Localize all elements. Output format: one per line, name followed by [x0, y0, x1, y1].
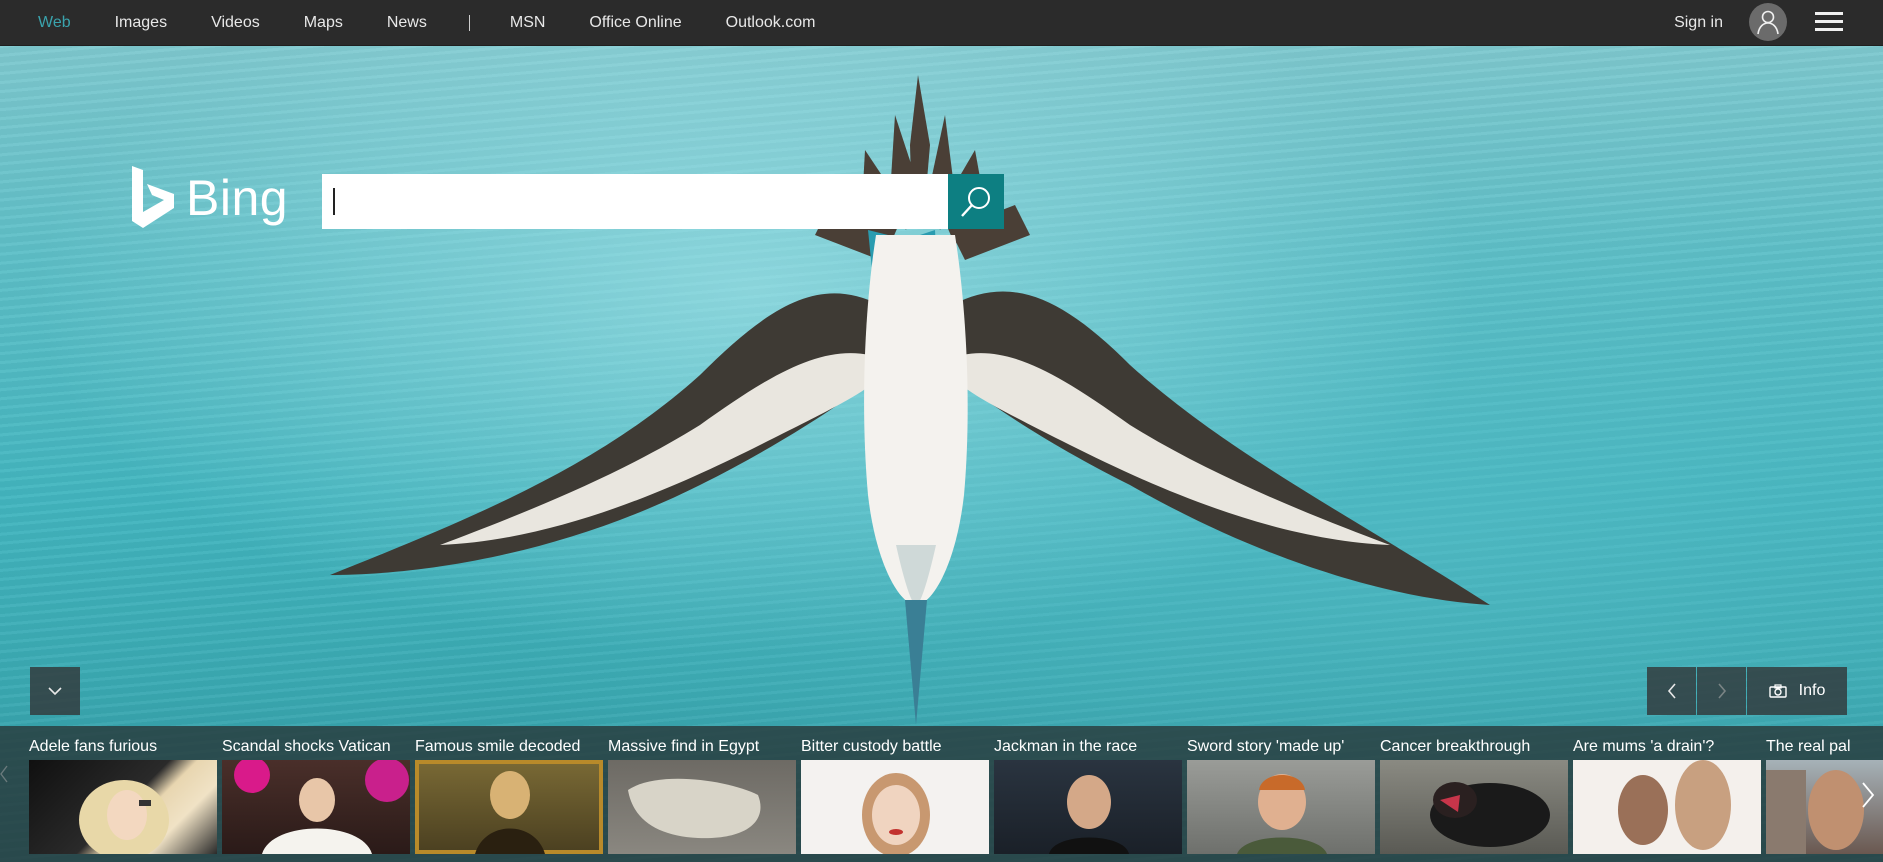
info-label: Info [1798, 682, 1826, 699]
news-thumbnail [994, 760, 1182, 854]
next-image-button[interactable] [1697, 667, 1746, 715]
news-thumbnail [222, 760, 410, 854]
logo-text: Bing [186, 170, 289, 226]
news-thumbnail [1573, 760, 1761, 854]
news-prev-button[interactable] [0, 760, 10, 830]
news-card-jackman[interactable]: Jackman in the race [994, 726, 1182, 854]
news-card-egypt[interactable]: Massive find in Egypt [608, 726, 796, 854]
news-title: Scandal shocks Vatican [222, 738, 391, 755]
nav-videos[interactable]: Videos [211, 14, 260, 32]
nav-news[interactable]: News [387, 14, 427, 32]
sign-in-link[interactable]: Sign in [1674, 0, 1723, 45]
bing-homepage: Web Images Videos Maps News MSN Office O… [0, 0, 1883, 862]
news-thumbnail [1187, 760, 1375, 854]
search-input[interactable] [322, 174, 948, 229]
news-title: Sword story 'made up' [1187, 738, 1345, 755]
news-thumbnail [608, 760, 796, 854]
chevron-down-icon [48, 687, 62, 696]
news-thumbnail [29, 760, 217, 854]
search-box [322, 174, 1004, 229]
news-card-adele[interactable]: Adele fans furious [29, 726, 217, 854]
bing-logo[interactable]: Bing [130, 166, 288, 230]
nav-links: Web Images Videos Maps News MSN Office O… [38, 0, 859, 45]
news-card-mona-lisa[interactable]: Famous smile decoded [415, 726, 603, 854]
news-title: Are mums 'a drain'? [1573, 738, 1715, 755]
news-next-button[interactable] [1853, 760, 1883, 830]
previous-image-button[interactable] [1647, 667, 1696, 715]
avatar[interactable] [1749, 3, 1787, 41]
nav-images[interactable]: Images [115, 14, 167, 32]
nav-divider [468, 14, 470, 31]
news-title: Massive find in Egypt [608, 738, 760, 755]
image-controls: Info [1647, 667, 1847, 715]
chevron-right-icon [1862, 782, 1875, 808]
news-carousel: Adele fans furious Scandal shocks Vatica… [0, 726, 1883, 862]
nav-outlook[interactable]: Outlook.com [726, 14, 816, 32]
news-thumbnail [1380, 760, 1568, 854]
collapse-news-button[interactable] [30, 667, 80, 715]
nav-web[interactable]: Web [38, 14, 71, 32]
news-card-cancer[interactable]: Cancer breakthrough [1380, 726, 1568, 854]
news-title: Cancer breakthrough [1380, 738, 1531, 755]
image-info-button[interactable]: Info [1747, 667, 1847, 715]
chevron-right-icon [1717, 683, 1726, 699]
chevron-left-icon [0, 765, 8, 783]
news-cards: Adele fans furious Scandal shocks Vatica… [29, 726, 1883, 854]
news-title: The real pal [1766, 738, 1851, 755]
nav-maps[interactable]: Maps [304, 14, 343, 32]
news-title: Bitter custody battle [801, 738, 942, 755]
news-card-custody[interactable]: Bitter custody battle [801, 726, 989, 854]
menu-icon[interactable] [1815, 8, 1843, 34]
news-thumbnail [415, 760, 603, 854]
text-cursor [333, 188, 335, 215]
news-title: Jackman in the race [994, 738, 1138, 755]
camera-icon [1768, 684, 1787, 698]
search-button[interactable] [948, 174, 1004, 229]
user-icon [1757, 10, 1779, 35]
chevron-left-icon [1667, 683, 1676, 699]
nav-office-online[interactable]: Office Online [589, 14, 681, 32]
bing-b-icon [132, 166, 174, 228]
news-card-mums[interactable]: Are mums 'a drain'? [1573, 726, 1761, 854]
news-title: Adele fans furious [29, 738, 158, 755]
news-card-sword[interactable]: Sword story 'made up' [1187, 726, 1375, 854]
top-navigation-bar: Web Images Videos Maps News MSN Office O… [0, 0, 1883, 46]
news-thumbnail [801, 760, 989, 854]
nav-msn[interactable]: MSN [510, 14, 546, 32]
search-icon [961, 186, 990, 217]
news-card-vatican[interactable]: Scandal shocks Vatican [222, 726, 410, 854]
news-title: Famous smile decoded [415, 738, 581, 755]
